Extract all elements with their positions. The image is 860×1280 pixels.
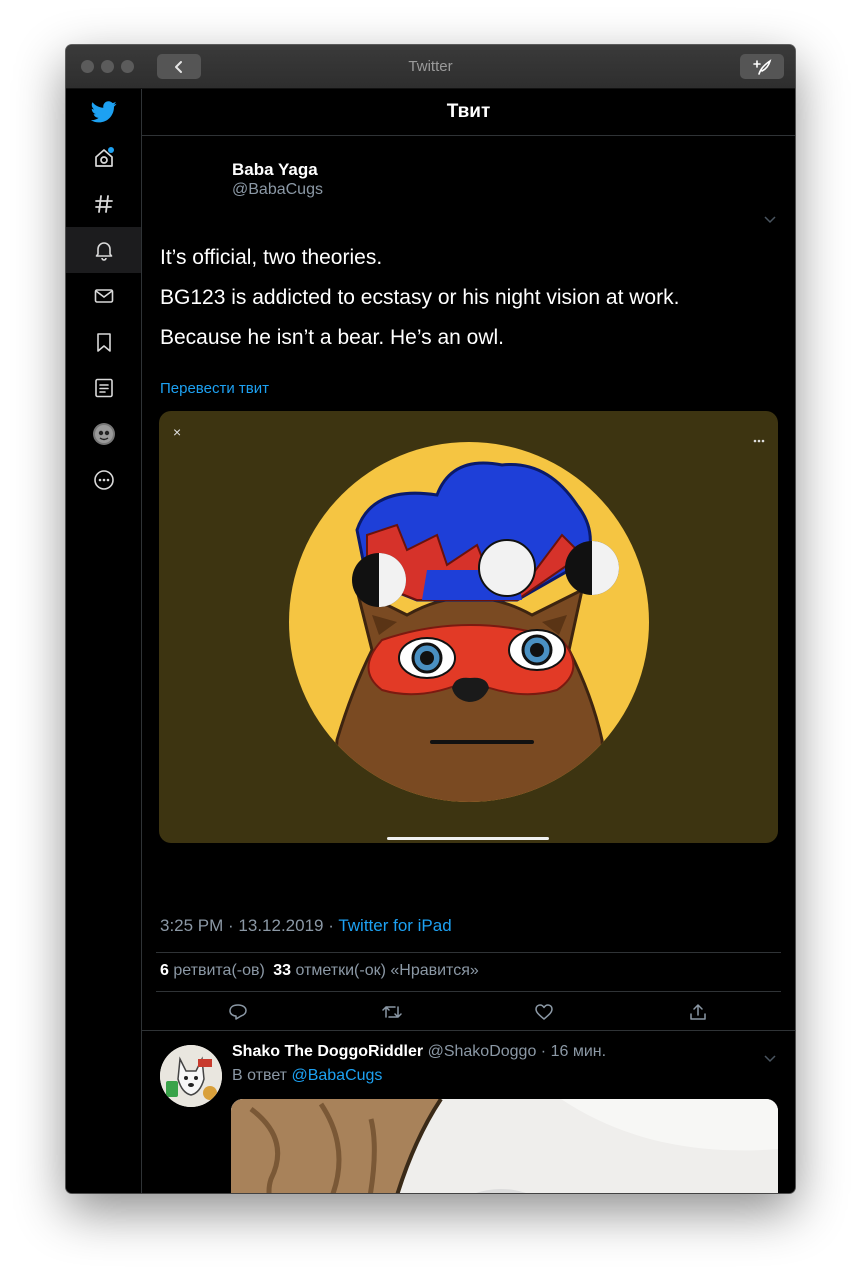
reply-author-avatar[interactable]	[160, 1045, 222, 1107]
hashtag-icon	[94, 195, 113, 213]
tweet-line: BG123 is addicted to ecstasy or his nigh…	[160, 286, 680, 309]
tweet-line: It’s official, two theories.	[160, 246, 383, 269]
close-icon[interactable]: ×	[173, 425, 181, 439]
reply-media-picture	[231, 1099, 778, 1193]
sidebar-item-home[interactable]	[66, 135, 141, 181]
bear-jester-picture	[289, 442, 649, 802]
compose-button[interactable]	[740, 54, 784, 79]
chevron-down-icon	[764, 1055, 776, 1063]
tweet-menu-button[interactable]	[764, 211, 776, 229]
retweet-icon	[382, 1006, 402, 1018]
reply-menu-button[interactable]	[764, 1050, 776, 1068]
tweet-time: 3:25 PM · 13.12.2019 ·	[160, 916, 339, 935]
sidebar-item-bookmarks[interactable]	[66, 319, 141, 365]
reply-button[interactable]	[228, 1002, 248, 1027]
list-icon	[94, 378, 113, 398]
media-image[interactable]: ×	[159, 411, 778, 843]
twitter-logo-icon	[90, 101, 117, 123]
sidebar-item-profile[interactable]	[66, 411, 141, 457]
more-icon	[93, 470, 114, 490]
reply-to-handle[interactable]: @BabaCugs	[291, 1067, 382, 1084]
tweet-timestamp: 3:25 PM · 13.12.2019 · Twitter for iPad	[160, 916, 452, 936]
chevron-down-icon	[764, 216, 776, 224]
reply-time[interactable]: · 16 мин.	[541, 1043, 606, 1060]
reply-media-image[interactable]	[231, 1099, 778, 1193]
tweet-text: It’s official, two theories. BG123 is ad…	[160, 238, 760, 358]
sidebar-item-explore[interactable]	[66, 181, 141, 227]
bookmark-icon	[96, 333, 111, 352]
sidebar-item-messages[interactable]	[66, 273, 141, 319]
window-title: Twitter	[408, 58, 453, 75]
tweet-stats: 6 ретвита(-ов) 33 отметки(-ок) «Нравится…	[160, 962, 479, 980]
translate-link[interactable]: Перевести твит	[160, 380, 269, 397]
compose-icon	[753, 58, 772, 75]
like-label[interactable]: отметки(-ок) «Нравится»	[296, 962, 479, 979]
title-bar: Twitter	[66, 45, 795, 89]
mail-icon	[94, 289, 113, 303]
page-title: Твит	[142, 89, 795, 136]
media-more-icon[interactable]	[753, 430, 765, 448]
tweet-line: Because he isn’t a bear. He’s an owl.	[160, 326, 504, 349]
retweet-button[interactable]	[381, 1002, 403, 1027]
media-progress-bar	[387, 837, 549, 840]
retweet-count[interactable]: 6	[160, 962, 169, 979]
main-column: Твит Baba Yaga @BabaCugs It’s official, …	[142, 89, 795, 1193]
retweet-label[interactable]: ретвита(-ов)	[173, 962, 264, 979]
tweet-source-link[interactable]: Twitter for iPad	[338, 916, 451, 935]
divider	[156, 991, 781, 992]
reply-author-name[interactable]: Shako The DoggoRiddler	[232, 1043, 423, 1060]
divider	[156, 952, 781, 953]
reply-to-line: В ответ @BabaCugs	[232, 1067, 382, 1085]
reply-to-label: В ответ	[232, 1067, 288, 1084]
divider	[142, 1030, 795, 1031]
sidebar-item-more[interactable]	[66, 457, 141, 503]
sidebar-item-notifications[interactable]	[66, 227, 141, 273]
share-icon	[690, 1004, 706, 1020]
author-name[interactable]: Baba Yaga	[232, 160, 318, 180]
like-icon	[535, 1004, 553, 1020]
reply-icon	[229, 1004, 247, 1020]
home-icon	[94, 147, 114, 167]
like-button[interactable]	[534, 1002, 554, 1027]
author-avatar[interactable]	[160, 147, 210, 197]
reply-author-handle[interactable]: @ShakoDoggo	[428, 1043, 537, 1060]
author-handle[interactable]: @BabaCugs	[232, 181, 323, 199]
sidebar-logo[interactable]	[66, 89, 141, 135]
like-count[interactable]: 33	[273, 962, 291, 979]
sidebar	[66, 89, 142, 1193]
app-window: Twitter Твит Baba Yaga @BabaCugs It’s of…	[66, 45, 795, 1193]
profile-avatar	[92, 423, 115, 445]
reply-header: Shako The DoggoRiddler @ShakoDoggo · 16 …	[232, 1043, 606, 1061]
sidebar-item-lists[interactable]	[66, 365, 141, 411]
bell-icon	[95, 242, 112, 261]
share-button[interactable]	[688, 1002, 708, 1027]
